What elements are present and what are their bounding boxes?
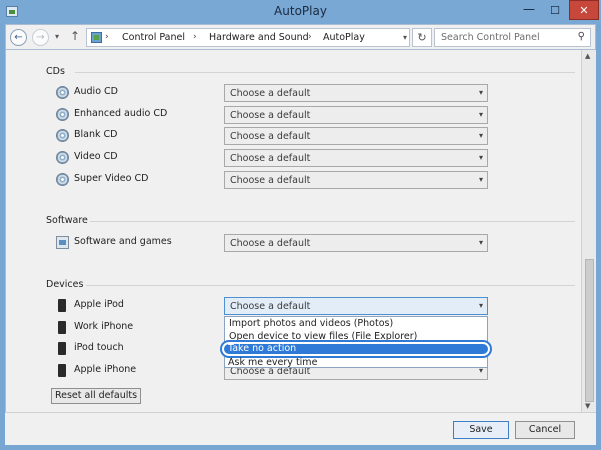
item-label: Software and games	[74, 236, 172, 247]
item-label: iPod touch	[74, 342, 124, 353]
scroll-up-arrow-icon[interactable]: ▲	[585, 52, 590, 60]
maximize-button[interactable]: ☐	[543, 2, 567, 20]
dialog-footer: Save Cancel	[5, 412, 596, 445]
breadcrumb-separator-icon[interactable]: ›	[308, 32, 312, 42]
cd-icon	[56, 173, 69, 186]
address-history-chevron-icon[interactable]: ▾	[403, 33, 407, 42]
chevron-down-icon: ▾	[478, 88, 483, 97]
select-value: Choose a default	[230, 238, 311, 249]
select-value: Choose a default	[230, 175, 311, 186]
control-panel-icon	[91, 32, 102, 43]
device-icon	[58, 299, 66, 312]
minimize-button[interactable]: —	[517, 2, 541, 20]
breadcrumb-separator-icon[interactable]: ›	[193, 32, 197, 42]
breadcrumb[interactable]: › Control Panel › Hardware and Sound › A…	[86, 28, 410, 47]
breadcrumb-hardware-and-sound[interactable]: Hardware and Sound	[209, 32, 309, 43]
breadcrumb-separator-icon[interactable]: ›	[105, 32, 109, 42]
save-button[interactable]: Save	[453, 421, 509, 439]
item-label: Apple iPhone	[74, 364, 137, 375]
chevron-down-icon: ▾	[478, 238, 483, 247]
cd-icon	[56, 129, 69, 142]
back-arrow-icon[interactable]: ←	[10, 29, 27, 46]
item-label: Work iPhone	[74, 321, 134, 332]
select-value: Choose a default	[230, 153, 311, 164]
option-ask-me-every-time[interactable]: Ask me every time	[228, 357, 317, 368]
cd-icon	[56, 86, 69, 99]
option-label: Take no action	[228, 343, 297, 354]
device-icon	[58, 321, 66, 334]
video-cd-select[interactable]: Choose a default ▾	[224, 149, 488, 167]
refresh-icon[interactable]: ↻	[412, 28, 432, 47]
enhanced-audio-cd-select[interactable]: Choose a default ▾	[224, 106, 488, 124]
item-label: Audio CD	[74, 86, 118, 97]
software-and-games-select[interactable]: Choose a default ▾	[224, 234, 488, 252]
section-divider	[90, 221, 575, 222]
item-label: Enhanced audio CD	[74, 108, 168, 119]
section-divider	[86, 285, 575, 286]
select-value: Choose a default	[230, 301, 311, 312]
item-label: Blank CD	[74, 129, 118, 140]
item-label: Apple iPod	[74, 299, 124, 310]
forward-arrow-icon[interactable]: →	[32, 29, 49, 46]
software-games-icon	[56, 236, 69, 249]
cd-icon	[56, 151, 69, 164]
title-bar: AutoPlay — ☐ ✕	[0, 0, 601, 24]
section-divider	[75, 72, 575, 73]
super-video-cd-select[interactable]: Choose a default ▾	[224, 171, 488, 189]
section-title-software: Software	[46, 215, 88, 226]
section-title-devices: Devices	[46, 279, 84, 290]
window-title: AutoPlay	[274, 4, 327, 18]
option-open-device[interactable]: Open device to view files (File Explorer…	[229, 331, 417, 342]
chevron-down-icon: ▾	[478, 110, 483, 119]
device-icon	[58, 342, 66, 355]
reset-all-defaults-button[interactable]: Reset all defaults	[51, 388, 141, 404]
address-bar: ← → ▾ ↑ › Control Panel › Hardware and S…	[5, 24, 596, 50]
item-label: Video CD	[74, 151, 118, 162]
vertical-scrollbar[interactable]: ▲ ▼	[581, 50, 596, 412]
option-import-photos[interactable]: Import photos and videos (Photos)	[229, 318, 393, 329]
search-input[interactable]: Search Control Panel ⚲	[434, 28, 591, 47]
breadcrumb-control-panel[interactable]: Control Panel	[122, 32, 185, 43]
item-label: Super Video CD	[74, 173, 149, 184]
chevron-down-icon: ▾	[478, 301, 483, 310]
search-icon[interactable]: ⚲	[578, 31, 585, 42]
blank-cd-select[interactable]: Choose a default ▾	[224, 127, 488, 145]
select-value: Choose a default	[230, 88, 311, 99]
chevron-down-icon: ▾	[478, 131, 483, 140]
close-button[interactable]: ✕	[569, 0, 599, 20]
select-value: Choose a default	[230, 131, 311, 142]
autoplay-window: AutoPlay — ☐ ✕ ← → ▾ ↑ › Control Panel ›…	[0, 0, 601, 450]
scroll-down-arrow-icon[interactable]: ▼	[585, 402, 590, 410]
device-icon	[58, 364, 66, 377]
cancel-button[interactable]: Cancel	[515, 421, 575, 439]
apple-ipod-select[interactable]: Choose a default ▾	[224, 297, 488, 315]
breadcrumb-autoplay[interactable]: AutoPlay	[323, 32, 365, 43]
up-arrow-icon[interactable]: ↑	[70, 29, 80, 43]
search-placeholder: Search Control Panel	[441, 32, 540, 43]
chevron-down-icon: ▾	[478, 153, 483, 162]
section-title-cds: CDs	[46, 66, 65, 77]
option-take-no-action[interactable]: Take no action	[222, 342, 490, 356]
recent-locations-chevron-icon[interactable]: ▾	[55, 32, 59, 41]
audio-cd-select[interactable]: Choose a default ▾	[224, 84, 488, 102]
chevron-down-icon: ▾	[478, 175, 483, 184]
scroll-thumb[interactable]	[585, 259, 594, 402]
select-value: Choose a default	[230, 110, 311, 121]
cd-icon	[56, 108, 69, 121]
